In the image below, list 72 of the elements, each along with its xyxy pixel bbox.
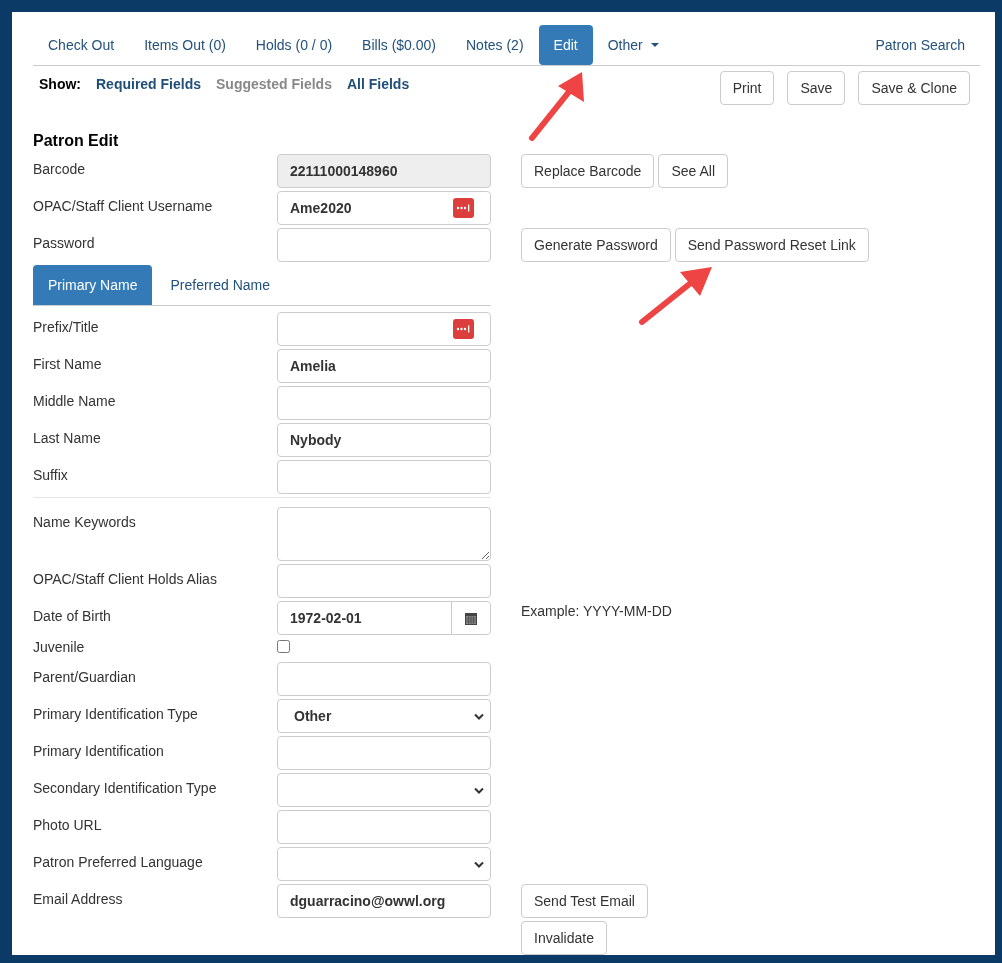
juvenile-checkbox[interactable]	[277, 640, 290, 653]
form-button[interactable]: See All	[658, 154, 728, 188]
field-label: Secondary Identification Type	[33, 779, 218, 796]
field-label: Juvenile	[33, 638, 86, 655]
select-field[interactable]	[277, 773, 491, 807]
text-field[interactable]: dguarracino@owwl.org	[277, 884, 491, 918]
form-button[interactable]: Replace Barcode	[521, 154, 655, 188]
select-field[interactable]: Other	[277, 699, 491, 733]
text-field[interactable]	[277, 736, 491, 770]
action-button[interactable]: Print	[719, 71, 775, 105]
calendar-button[interactable]	[451, 602, 490, 634]
text-field[interactable]	[277, 312, 491, 346]
form-button[interactable]: Send Password Reset Link	[674, 228, 869, 262]
field-label: Parent/Guardian	[33, 668, 137, 685]
field-label: Primary Identification Type	[33, 705, 199, 722]
field-filter-link[interactable]: Suggested Fields	[216, 74, 332, 95]
textarea-field[interactable]	[277, 507, 491, 561]
field-label: First Name	[33, 355, 103, 372]
field-label: Prefix/Title	[33, 318, 100, 335]
field-label: Suffix	[33, 466, 69, 483]
page-heading: Patron Edit	[33, 131, 120, 151]
field-label: Password	[33, 234, 96, 251]
field-label: Date of Birth	[33, 607, 112, 624]
nav-tab[interactable]: Edit	[538, 25, 593, 65]
text-field[interactable]	[277, 810, 491, 844]
text-field[interactable]: Amelia	[277, 349, 491, 383]
text-field[interactable]	[277, 460, 491, 494]
nav-tab[interactable]: Check Out	[33, 25, 130, 65]
chevron-down-icon	[474, 786, 484, 794]
action-button[interactable]: Save & Clone	[858, 71, 970, 105]
action-button[interactable]: Save	[787, 71, 846, 105]
nav-tab[interactable]: Holds (0 / 0)	[240, 25, 348, 65]
select-field[interactable]	[277, 847, 491, 881]
text-field[interactable]	[277, 662, 491, 696]
name-tab[interactable]: Preferred Name	[152, 265, 289, 305]
barcode-field[interactable]: 22111000148960	[277, 154, 491, 188]
nav-tab[interactable]: Notes (2)	[451, 25, 539, 65]
select-value: Other	[294, 706, 332, 726]
field-label: Name Keywords	[33, 513, 137, 530]
field-label: Photo URL	[33, 816, 103, 833]
name-tab[interactable]: Primary Name	[33, 265, 153, 305]
text-field[interactable]	[277, 228, 491, 262]
field-label: Middle Name	[33, 392, 117, 409]
form-button[interactable]: Invalidate	[521, 921, 607, 955]
field-label: Primary Identification	[33, 742, 165, 759]
show-label: Show:	[39, 75, 81, 94]
nav-tab[interactable]: Items Out (0)	[129, 25, 241, 65]
chevron-down-icon	[474, 860, 484, 868]
field-label: Last Name	[33, 429, 102, 446]
text-field[interactable]: Nybody	[277, 423, 491, 457]
field-filter-link[interactable]: Required Fields	[96, 74, 202, 95]
text-field[interactable]: Ame2020	[277, 191, 491, 225]
field-label: OPAC/Staff Client Holds Alias	[33, 570, 218, 587]
field-label: Email Address	[33, 890, 124, 907]
nav-tab[interactable]: Other	[592, 25, 674, 65]
password-manager-icon[interactable]	[453, 198, 474, 218]
field-label: Patron Preferred Language	[33, 853, 204, 870]
field-filter-link[interactable]: All Fields	[346, 74, 410, 95]
patron-search-link[interactable]: Patron Search	[860, 25, 980, 65]
text-field[interactable]	[277, 564, 491, 598]
field-label: OPAC/Staff Client Username	[33, 197, 214, 214]
field-label: Barcode	[33, 160, 87, 177]
annotation-arrow	[529, 72, 584, 141]
nav-tab[interactable]: Bills ($0.00)	[347, 25, 451, 65]
form-button[interactable]: Send Test Email	[521, 884, 648, 918]
password-manager-icon[interactable]	[453, 319, 474, 339]
form-button[interactable]: Generate Password	[521, 228, 671, 262]
chevron-down-icon	[474, 712, 484, 720]
calendar-icon	[465, 611, 477, 625]
date-field[interactable]: 1972-02-01	[277, 601, 491, 635]
text-field[interactable]	[277, 386, 491, 420]
format-hint: Example: YYYY-MM-DD	[521, 602, 672, 619]
